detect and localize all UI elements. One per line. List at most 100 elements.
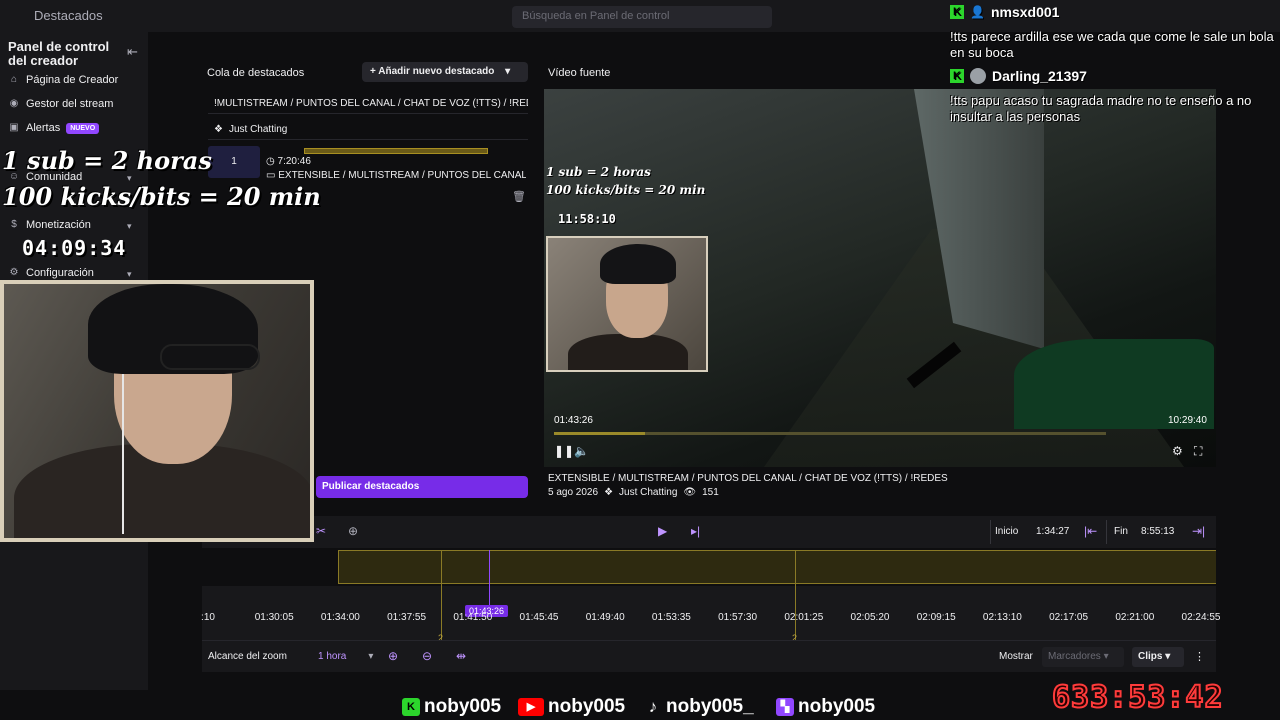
timeline-tick-label: 01:45:45	[519, 612, 559, 623]
jump-to-end-icon[interactable]: ▸|	[691, 524, 700, 538]
set-start-icon[interactable]: |⇤	[1084, 524, 1097, 538]
search-input[interactable]: Búsqueda en Panel de control	[512, 6, 772, 28]
chat-message: !tts papu acaso tu sagrada madre no te e…	[950, 93, 1252, 124]
video-meta: 5 ago 2026 ❖ Just Chatting 👁 151	[548, 487, 719, 498]
clip-duration-value: 7:20:46	[277, 156, 311, 167]
gear-icon[interactable]: ⚙	[1172, 444, 1183, 458]
sidebar-item-monetization[interactable]: $ Monetización	[8, 219, 91, 231]
category-label: Just Chatting	[228, 124, 288, 135]
social-handle: noby005	[548, 696, 626, 717]
add-highlight-button[interactable]: + Añadir nuevo destacado ▾	[362, 62, 528, 82]
scissors-icon[interactable]: ✂	[316, 524, 326, 538]
twitch-icon: ▚	[776, 698, 794, 716]
video-overlay-timer: 11:58:10	[558, 212, 616, 226]
play-icon[interactable]: ▶	[658, 524, 667, 538]
timeline-editor: ✂ ⊕ ▶ ▸| Inicio 1:34:27 |⇤ Fin 8:55:13 ⇥…	[201, 516, 1220, 672]
arrow-left-collapse-icon[interactable]: ⇤	[127, 44, 138, 60]
clips-select-value: Clips	[1138, 651, 1163, 662]
video-overlay-line2: 100 kicks/bits = 20 min	[546, 183, 706, 197]
timeline-tick-label: 01:41:50	[453, 612, 493, 623]
timeline-tick-label: 02:01:25	[784, 612, 824, 623]
timeline-tick-label: 02:21:00	[1115, 612, 1155, 623]
playhead[interactable]	[489, 550, 490, 610]
more-options-icon[interactable]: ⋮	[1194, 650, 1205, 663]
end-value[interactable]: 8:55:13	[1141, 526, 1174, 537]
home-icon: ⌂	[10, 74, 18, 85]
add-highlight-label: Añadir nuevo destacado	[378, 66, 495, 77]
fullscreen-icon[interactable]: ⛶	[1194, 444, 1202, 459]
webcam-earphone-wire	[122, 374, 124, 534]
sidebar-item-creator-page[interactable]: ⌂ Página de Creador	[8, 74, 118, 86]
chevron-down-icon: ▾	[505, 66, 511, 77]
video-panel-title: Vídeo fuente	[548, 67, 611, 79]
clip-thumbnail-bar	[304, 148, 488, 154]
clip-title: ▭ EXTENSIBLE / MULTISTREAM / PUNTOS DEL …	[266, 170, 526, 181]
start-value[interactable]: 1:34:27	[1036, 526, 1069, 537]
start-label: Inicio	[995, 526, 1019, 537]
chat-user: K 👤 nmsxd001	[950, 4, 1059, 20]
markers-select[interactable]: Marcadores ▾	[1042, 647, 1124, 667]
subathon-timer: 633:53:42	[1051, 679, 1224, 716]
timeline-marker[interactable]	[795, 550, 796, 640]
tiktok-icon: ♪	[648, 697, 658, 716]
zoom-out-icon[interactable]: ⊖	[422, 649, 432, 663]
chevron-down-icon[interactable]: ▾	[127, 269, 132, 280]
clock-icon: ◷	[266, 156, 278, 167]
money-icon: $	[11, 219, 17, 230]
trash-icon[interactable]: 🗑	[512, 190, 526, 203]
sidebar-item-label: Monetización	[26, 219, 91, 231]
video-progress-bar[interactable]	[554, 432, 1106, 435]
new-badge: NUEVO	[66, 122, 100, 134]
sidebar-item-alerts[interactable]: ▣ Alertas NUEVO	[8, 122, 100, 134]
pause-icon[interactable]: ❚❚	[554, 444, 574, 458]
volume-icon[interactable]: 🔈	[574, 444, 589, 458]
video-category: Just Chatting	[619, 487, 678, 498]
video-overlay-line1: 1 sub = 2 horas	[546, 165, 651, 179]
user-icon: 👤	[970, 5, 985, 19]
gear-icon: ⚙	[9, 267, 19, 278]
timeline-ticks: :10 01:30:05 01:34:00 01:37:55 01:41:50 01:45…	[201, 612, 1220, 624]
social-handle: noby005	[798, 696, 876, 717]
stream-title: !MULTISTREAM / PUNTOS DEL CANAL / CHAT D…	[208, 94, 528, 114]
zoom-in-icon[interactable]: ⊕	[388, 649, 398, 663]
fit-timeline-icon[interactable]: ⇹	[456, 649, 466, 663]
timeline-marker[interactable]	[441, 550, 442, 640]
youtube-icon: ▶	[518, 698, 544, 716]
sidebar-item-label: Gestor del stream	[26, 98, 114, 110]
chevron-down-icon[interactable]: ▾	[127, 221, 132, 232]
clips-select[interactable]: Clips ▾	[1132, 647, 1184, 667]
set-end-icon[interactable]: ⇥|	[1192, 524, 1205, 538]
markers-select-value: Marcadores	[1048, 651, 1101, 662]
chat-username: Darling_21397	[992, 68, 1087, 84]
video-stream-title: EXTENSIBLE / MULTISTREAM / PUNTOS DEL CA…	[548, 473, 948, 484]
current-time: 01:43:26	[554, 415, 593, 426]
zoom-select[interactable]: 1 hora ▾	[318, 651, 373, 662]
kick-icon: K	[402, 698, 420, 716]
queue-title: Cola de destacados	[207, 67, 305, 79]
timeline-tick-label: :10	[201, 612, 215, 623]
broadcast-icon: ◉	[9, 98, 19, 109]
plus-icon: +	[370, 66, 379, 77]
alert-icon: ▣	[9, 122, 19, 133]
end-label: Fin	[1114, 526, 1128, 537]
clip-duration: ◷ 7:20:46	[266, 156, 311, 167]
timeline-clip[interactable]	[338, 550, 1216, 584]
sidebar-heading: Panel de control del creador	[8, 39, 110, 68]
clip-icon: ▭	[266, 170, 279, 181]
timeline-tick-label: 01:49:40	[585, 612, 625, 623]
timeline-tick-label: 01:37:55	[387, 612, 427, 623]
page-title: Destacados	[34, 8, 103, 23]
timeline-tick-label: 02:13:10	[982, 612, 1022, 623]
eye-icon: 👁	[683, 487, 697, 498]
video-webcam	[546, 236, 708, 372]
social-twitch: ▚ noby005	[776, 696, 875, 718]
video-player[interactable]: 1 sub = 2 horas 100 kicks/bits = 20 min …	[544, 89, 1216, 467]
zoom-label: Alcance del zoom	[208, 651, 287, 662]
publish-highlights-button[interactable]: Publicar destacados	[316, 476, 528, 498]
social-handle: noby005_	[666, 696, 754, 717]
zoom-value: 1 hora	[318, 651, 347, 662]
sidebar-item-stream-manager[interactable]: ◉ Gestor del stream	[8, 98, 114, 110]
sidebar-item-settings[interactable]: ⚙ Configuración	[8, 267, 94, 279]
add-marker-icon[interactable]: ⊕	[348, 524, 358, 538]
clip-index[interactable]: 1	[208, 146, 260, 178]
